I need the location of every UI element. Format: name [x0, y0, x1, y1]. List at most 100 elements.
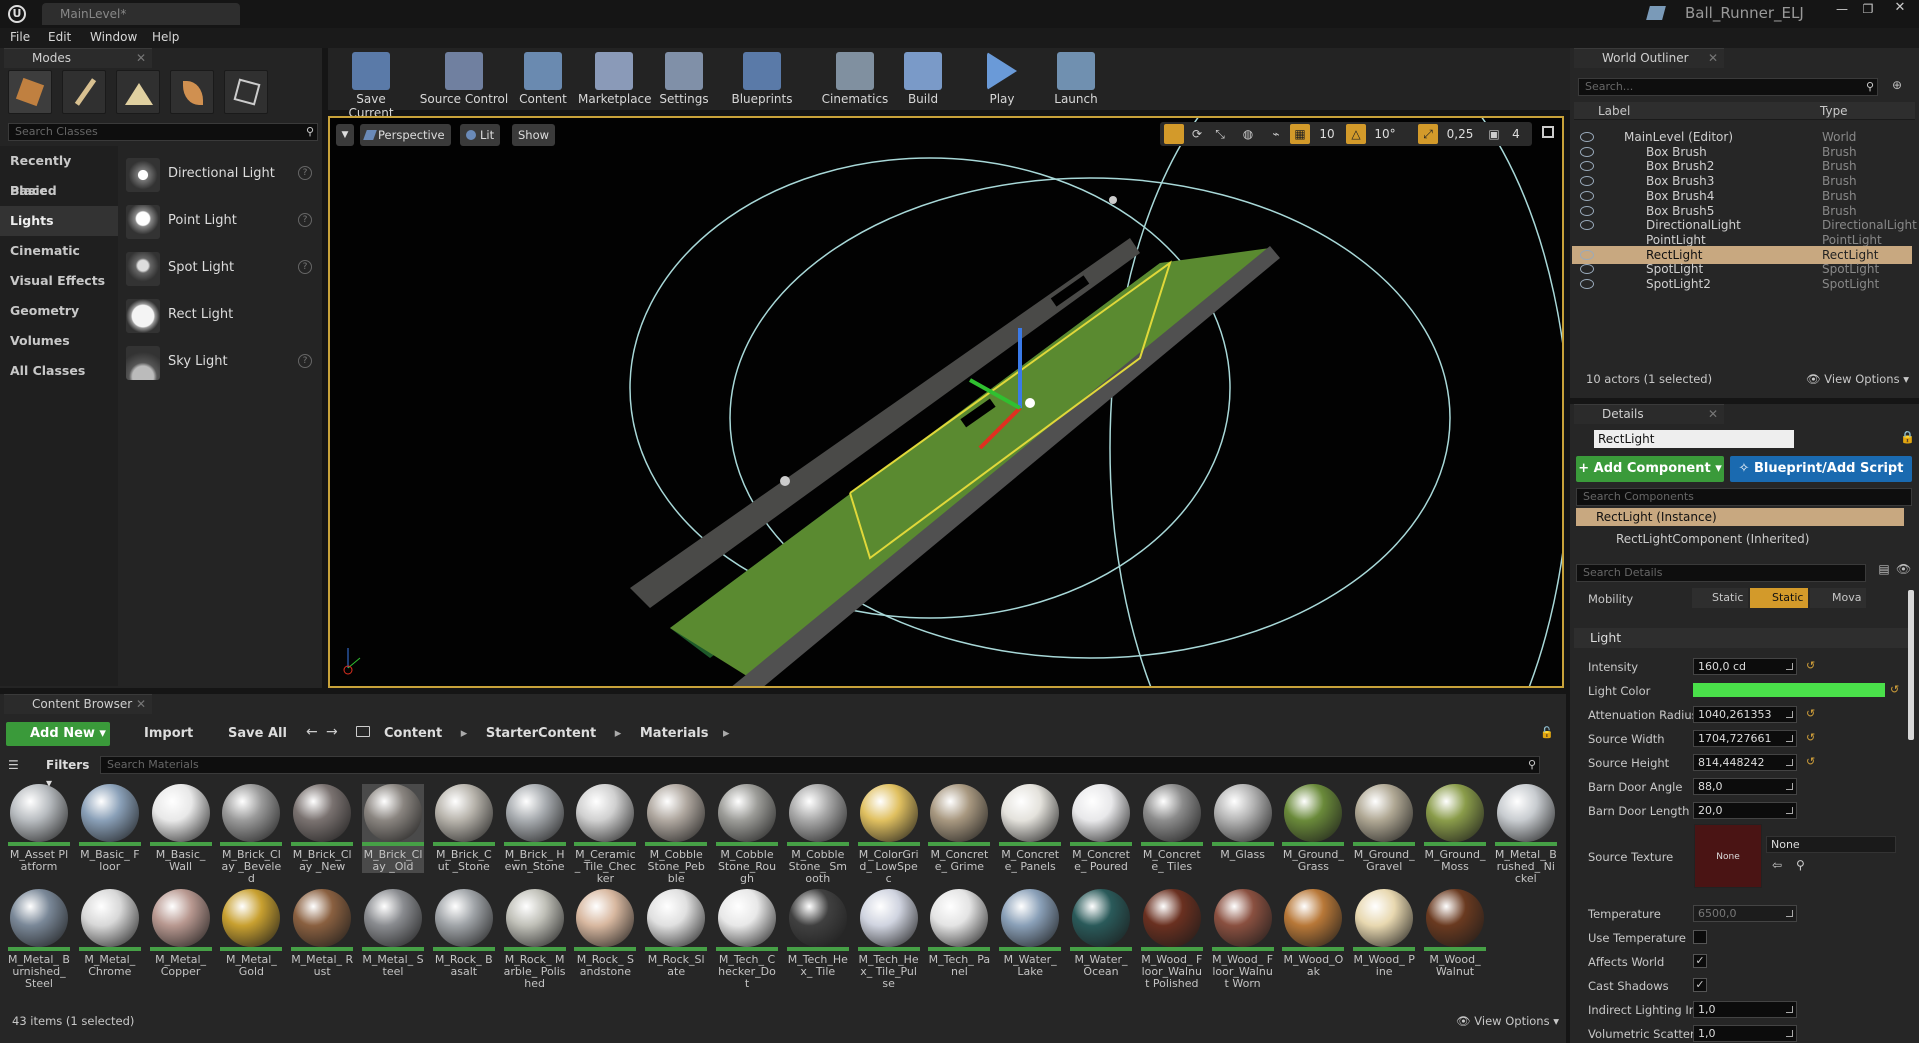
material-item[interactable]: M_Wood_Oak [1282, 889, 1345, 978]
menu-file[interactable]: File [10, 30, 30, 44]
category-lights[interactable]: Lights [0, 206, 118, 236]
material-item[interactable]: M_Cobble Stone_Rough [716, 784, 778, 885]
component-row[interactable]: RectLightComponent (Inherited) [1576, 530, 1904, 548]
material-item[interactable]: M_Concrete_ Grime [928, 784, 991, 873]
search-details-input[interactable]: Search Details [1576, 564, 1866, 582]
details-tab[interactable]: Details ✕ [1574, 404, 1724, 424]
material-item[interactable]: M_Wood_ Floor_Walnut Worn [1211, 889, 1274, 990]
save-all-button[interactable]: Save All [208, 722, 288, 746]
world-outliner-tab[interactable]: World Outliner ✕ [1574, 48, 1724, 68]
maximize-viewport-icon[interactable] [1542, 126, 1554, 138]
property-value-field[interactable]: 6500,0 [1693, 905, 1797, 922]
landscape-mode-button[interactable] [116, 70, 160, 114]
material-item[interactable]: M_Rock_ Basalt [432, 889, 495, 978]
grid-snap-icon[interactable]: ▦ [1290, 124, 1310, 144]
material-item[interactable]: M_Metal_ Gold [220, 889, 283, 978]
material-item[interactable]: M_Asset Platform [8, 784, 70, 873]
breadcrumb-content[interactable]: Content [384, 726, 442, 741]
category-visual-effects[interactable]: Visual Effects [0, 266, 118, 296]
material-item[interactable]: M_Concrete_ Panels [999, 784, 1062, 873]
visibility-eye-icon[interactable] [1580, 220, 1594, 231]
details-visibility-icon[interactable]: 👁 [1896, 562, 1916, 582]
material-item[interactable]: M_Concrete_ Poured [1070, 784, 1132, 873]
material-item[interactable]: M_Ceramic_ Tile_Checker [574, 784, 637, 885]
material-item[interactable]: M_Basic_ Wall [149, 784, 212, 873]
visibility-eye-icon[interactable] [1580, 279, 1594, 289]
add-component-button[interactable]: + Add Component ▾ [1576, 456, 1724, 482]
material-item[interactable]: M_Ground_ Moss [1424, 784, 1486, 873]
property-value-field[interactable]: 1,0 [1693, 1001, 1797, 1018]
translate-mode-icon[interactable] [1164, 124, 1184, 144]
material-item[interactable]: M_Brick_Clay _Beveled [220, 784, 283, 885]
save-current-button[interactable]: Save Current [334, 52, 408, 120]
world-coords-icon[interactable]: ◍ [1238, 124, 1258, 144]
level-tab[interactable]: MainLevel* [42, 3, 240, 25]
material-item[interactable]: M_Tech_ Panel [928, 889, 991, 978]
reset-to-default-icon[interactable]: ↺ [1890, 683, 1899, 696]
class-item-point-light[interactable]: Point Light ? [122, 199, 320, 243]
show-button[interactable]: Show [512, 124, 556, 146]
import-button[interactable]: Import [124, 722, 198, 746]
close-button[interactable]: ✕ [1886, 0, 1914, 16]
class-item-rect-light[interactable]: Rect Light [122, 293, 320, 337]
place-mode-button[interactable] [8, 70, 52, 114]
property-value-field[interactable]: 1040,261353 [1693, 706, 1797, 723]
mobility-stationary-option[interactable]: Static [1750, 588, 1808, 608]
spot-light-sprite[interactable] [780, 476, 790, 486]
outliner-row[interactable]: SpotLight2 SpotLight [1572, 275, 1912, 293]
material-item[interactable]: M_Tech_Hex_ Tile [786, 889, 849, 978]
scene-view[interactable] [330, 118, 1564, 688]
property-value-field[interactable]: 814,448242 [1693, 754, 1797, 771]
column-label-header[interactable]: Label [1598, 104, 1630, 118]
material-item[interactable]: M_Water_ Ocean [1070, 889, 1132, 978]
material-item[interactable]: M_Wood_ Floor_Walnut Polished [1140, 889, 1203, 990]
breadcrumb-materials[interactable]: Materials [640, 726, 709, 741]
content-lock-icon[interactable]: 🔓 [1540, 726, 1554, 739]
search-classes-input[interactable]: Search Classes ⚲ [8, 123, 318, 141]
category-volumes[interactable]: Volumes [0, 326, 118, 356]
light-color-swatch[interactable] [1693, 683, 1885, 697]
menu-window[interactable]: Window [90, 30, 137, 44]
property-value-field[interactable]: 20,0 [1693, 802, 1797, 819]
material-item[interactable]: M_Tech_ Checker_Dot [716, 889, 778, 990]
rotation-snap-icon[interactable]: △ [1346, 124, 1366, 144]
source-texture-dropdown[interactable]: None [1766, 836, 1896, 853]
material-item[interactable]: M_Ground_ Grass [1282, 784, 1345, 873]
details-scrollbar[interactable] [1908, 590, 1914, 740]
material-item[interactable]: M_Glass [1211, 784, 1274, 861]
rect-light-pivot[interactable] [1025, 398, 1035, 408]
grid-snap-value[interactable]: 10 [1314, 124, 1340, 144]
material-item[interactable]: M_Brick_Clay _New [291, 784, 354, 873]
forward-arrow-icon[interactable]: → [326, 724, 338, 740]
material-item[interactable]: M_Metal_ Copper [149, 889, 212, 978]
use-selected-asset-icon[interactable]: ⇦ [1772, 858, 1782, 872]
material-item[interactable]: M_Tech_Hex_ Tile_Pulse [857, 889, 920, 990]
search-components-input[interactable]: Search Components [1576, 488, 1912, 506]
category-geometry[interactable]: Geometry [0, 296, 118, 326]
reset-to-default-icon[interactable]: ↺ [1806, 755, 1815, 768]
blueprint-add-script-button[interactable]: ✧ Blueprint/Add Script [1730, 456, 1912, 482]
visibility-eye-icon[interactable] [1580, 132, 1594, 142]
material-item[interactable]: M_Water_ Lake [999, 889, 1062, 978]
visibility-eye-icon[interactable] [1580, 176, 1594, 187]
outliner-view-options-button[interactable]: 👁 View Options ▾ [1806, 372, 1909, 386]
rotate-mode-icon[interactable]: ⟳ [1187, 124, 1207, 144]
property-value-field[interactable]: 88,0 [1693, 778, 1797, 795]
material-item[interactable]: M_Metal_ Brushed_ Nickel [1494, 784, 1557, 885]
lit-button[interactable]: Lit [460, 124, 501, 146]
modes-tab-close-icon[interactable]: ✕ [136, 49, 146, 67]
material-item[interactable]: M_Metal_ Burnished_ Steel [8, 889, 70, 990]
material-item[interactable]: M_Wood_ Walnut [1424, 889, 1486, 978]
lock-icon[interactable]: 🔒 [1900, 430, 1915, 444]
column-type-header[interactable]: Type [1820, 104, 1848, 118]
add-new-button[interactable]: Add New ▾ [6, 722, 110, 746]
class-item-directional-light[interactable]: Directional Light ? [122, 152, 320, 196]
class-item-spot-light[interactable]: Spot Light ? [122, 246, 320, 290]
material-item[interactable]: M_Brick_Clay _Old [362, 784, 424, 873]
property-checkbox[interactable]: ✓ [1693, 978, 1707, 992]
help-icon[interactable]: ? [298, 260, 312, 274]
browse-asset-icon[interactable]: ⚲ [1796, 858, 1805, 872]
light-section-header[interactable]: Light [1574, 628, 1910, 648]
camera-speed-value[interactable]: 4 [1506, 124, 1526, 144]
outliner-search-input[interactable]: Search... ⚲ [1578, 78, 1878, 96]
